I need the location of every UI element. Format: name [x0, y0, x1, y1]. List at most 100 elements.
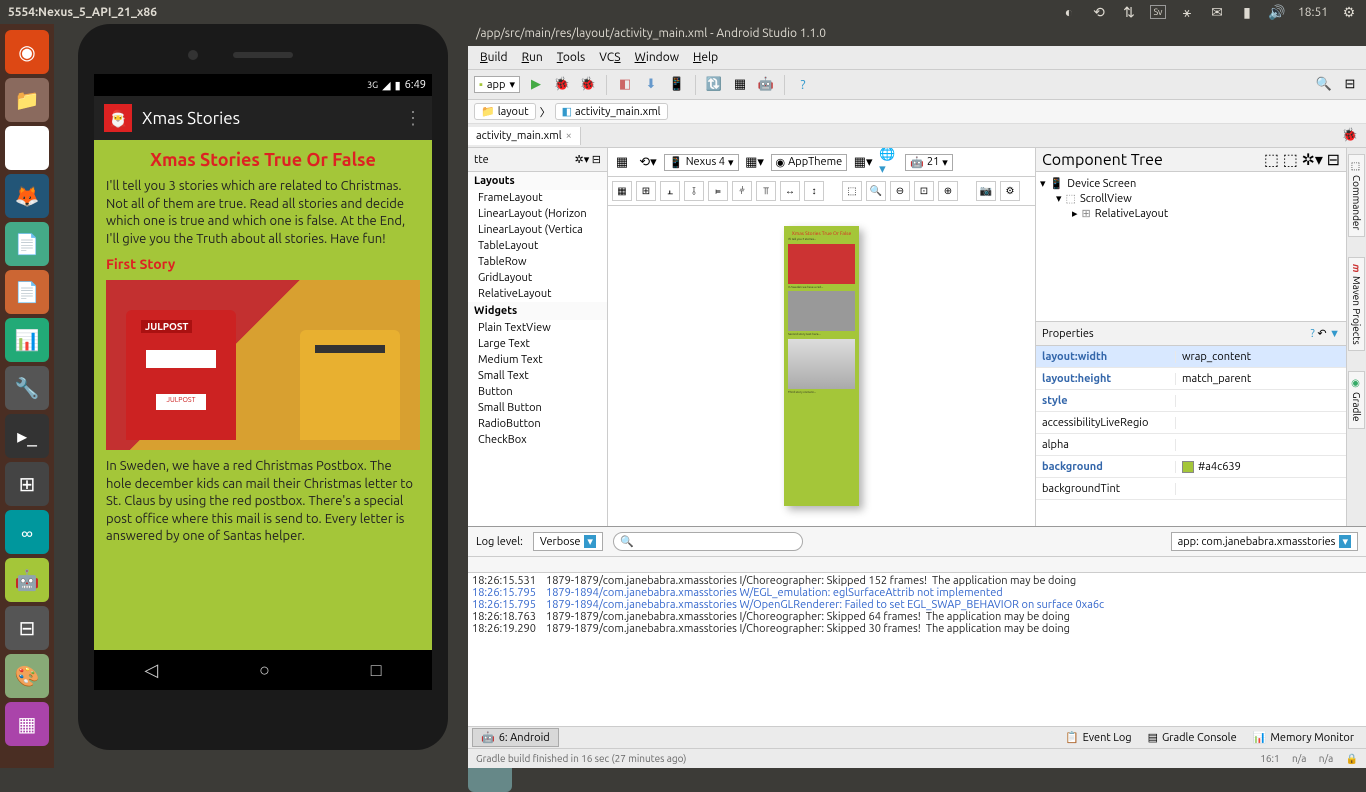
volume-icon[interactable]: 🔊 — [1268, 3, 1286, 21]
palette-icon[interactable]: ▦ — [612, 152, 632, 172]
run-button[interactable]: ▶ — [526, 75, 546, 95]
tab-gear-icon[interactable]: 🐞 — [1340, 126, 1360, 146]
palette-item[interactable]: Medium Text — [468, 352, 607, 368]
palette-item[interactable]: Large Text — [468, 336, 607, 352]
zoom-reset-btn[interactable]: ⊡ — [914, 181, 934, 201]
palette-list[interactable]: Layouts FrameLayoutLinearLayout (Horizon… — [468, 172, 607, 526]
run-config-dropdown[interactable]: ▪ app ▾ — [474, 76, 520, 93]
ddms-icon[interactable]: 📱 — [667, 75, 687, 95]
device-dropdown[interactable]: 📱Nexus 4▾ — [664, 154, 739, 171]
launcher-terminal[interactable]: ▸_ — [5, 414, 49, 458]
orientation-icon[interactable]: ▦▾ — [745, 152, 765, 172]
menu-help[interactable]: Help — [687, 49, 724, 66]
activity-icon[interactable]: ▦▾ — [853, 152, 873, 172]
palette-item[interactable]: TableLayout — [468, 238, 607, 254]
launcher-arduino[interactable]: ∞ — [5, 510, 49, 554]
fill-v-btn[interactable]: ↕ — [804, 181, 824, 201]
logcat-search-input[interactable]: 🔍 — [613, 532, 803, 551]
menu-vcs[interactable]: VCS — [593, 49, 626, 66]
bluetooth-icon[interactable]: ⚹ — [1178, 3, 1196, 21]
property-value[interactable]: match_parent — [1176, 373, 1346, 385]
palette-item[interactable]: Button — [468, 384, 607, 400]
palette-item[interactable]: CheckBox — [468, 432, 607, 448]
clock[interactable]: 18:51 — [1298, 6, 1328, 19]
app-filter-dropdown[interactable]: app: com.janebabra.xmasstories ▾ — [1171, 532, 1358, 551]
network-icon[interactable]: ⇅ — [1120, 3, 1138, 21]
side-tab-commander[interactable]: ⬚Commander — [1348, 154, 1365, 237]
zoom-in-btn[interactable]: ⊕ — [938, 181, 958, 201]
view-icon[interactable]: ⊟ — [1340, 75, 1360, 95]
launcher-impress[interactable]: 📄 — [5, 270, 49, 314]
palette-item[interactable]: RelativeLayout — [468, 286, 607, 302]
align-left-btn[interactable]: ⫠ — [660, 181, 680, 201]
property-value[interactable]: wrap_content — [1176, 351, 1346, 363]
menu-window[interactable]: Window — [629, 49, 685, 66]
launcher-chrome[interactable]: ◐ — [5, 126, 49, 170]
gear-icon[interactable]: ✲▾ — [1301, 151, 1322, 169]
collapse-icon[interactable]: ⊟ — [592, 154, 601, 166]
app-content[interactable]: Xmas Stories True Or False I'll tell you… — [94, 140, 432, 650]
launcher-workspace[interactable]: ⊞ — [5, 462, 49, 506]
property-row[interactable]: backgroundTint — [1036, 478, 1346, 500]
launcher-calc[interactable]: 📊 — [5, 318, 49, 362]
property-row[interactable]: accessibilityLiveRegio — [1036, 412, 1346, 434]
refresh-icon[interactable]: ⟲▾ — [638, 152, 658, 172]
palette-item[interactable]: Small Button — [468, 400, 607, 416]
chrome-tray-icon[interactable]: ◐ — [1060, 3, 1078, 21]
log-level-dropdown[interactable]: Verbose ▾ — [533, 532, 603, 551]
side-tab-gradle[interactable]: ◉Gradle — [1348, 371, 1365, 429]
palette-item[interactable]: GridLayout — [468, 270, 607, 286]
theme-dropdown[interactable]: ◉AppTheme — [771, 154, 848, 171]
sdk-manager-icon[interactable]: ⬇ — [641, 75, 661, 95]
palette-item[interactable]: LinearLayout (Horizon — [468, 206, 607, 222]
gear-icon[interactable]: ✲▾ — [575, 154, 590, 166]
close-tab-icon[interactable]: × — [566, 130, 572, 142]
search-everywhere-icon[interactable]: 🔍 — [1314, 75, 1334, 95]
property-row[interactable]: layout:heightmatch_parent — [1036, 368, 1346, 390]
tree-device-screen[interactable]: ▾📱Device Screen — [1040, 176, 1342, 191]
property-value[interactable]: #a4c639 — [1176, 461, 1346, 473]
nav-recent-icon[interactable]: □ — [371, 660, 382, 681]
capture-btn[interactable]: 📷 — [976, 181, 996, 201]
zoom-fit-btn[interactable]: 🔍 — [866, 181, 886, 201]
attach-debugger-button[interactable]: 🐞 — [578, 75, 598, 95]
menu-run[interactable]: Run — [516, 49, 549, 66]
collapse-all-icon[interactable]: ⬚ — [1283, 151, 1298, 169]
distribute-v-btn[interactable]: ⫪ — [756, 181, 776, 201]
launcher-files[interactable]: 📁 — [5, 78, 49, 122]
lock-icon[interactable]: 🔒 — [1346, 753, 1358, 764]
launcher-firefox[interactable]: 🦊 — [5, 174, 49, 218]
sync-gradle-icon[interactable]: 🔃 — [704, 75, 724, 95]
component-tree[interactable]: ▾📱Device Screen ▾⬚ScrollView ▸⊞RelativeL… — [1036, 172, 1346, 322]
launcher-calculator[interactable]: ⊟ — [5, 606, 49, 650]
side-tab-maven[interactable]: mMaven Projects — [1348, 257, 1365, 351]
battery-icon[interactable]: ▮ — [1238, 3, 1256, 21]
align-center-btn[interactable]: ⫱ — [684, 181, 704, 201]
launcher-settings[interactable]: 🔧 — [5, 366, 49, 410]
launcher-writer[interactable]: 📄 — [5, 222, 49, 266]
select-btn[interactable]: ⬚ — [842, 181, 862, 201]
android-device-icon[interactable]: 🤖 — [756, 75, 776, 95]
palette-item[interactable]: RadioButton — [468, 416, 607, 432]
bottom-tab-android[interactable]: 🤖6: Android — [472, 728, 559, 747]
properties-table[interactable]: layout:widthwrap_contentlayout:heightmat… — [1036, 346, 1346, 526]
launcher-android-green[interactable]: 🤖 — [5, 558, 49, 602]
logcat-output[interactable]: 18:26:15.531 1879-1879/com.janebabra.xma… — [468, 573, 1366, 726]
locale-icon[interactable]: 🌐▾ — [879, 152, 899, 172]
expand-all-icon[interactable]: ⬚ — [1264, 151, 1279, 169]
breadcrumb-layout[interactable]: 📁layout — [474, 103, 536, 120]
keyboard-icon[interactable]: Sv — [1150, 5, 1166, 19]
align-right-btn[interactable]: ⫢ — [708, 181, 728, 201]
help-icon[interactable]: ? — [793, 75, 813, 95]
fill-h-btn[interactable]: ↔ — [780, 181, 800, 201]
tree-relativelayout[interactable]: ▸⊞RelativeLayout — [1040, 206, 1342, 221]
layout-preview[interactable]: Xmas Stories True Or False I'll tell you… — [784, 226, 859, 506]
overflow-menu-icon[interactable]: ⋮ — [404, 108, 422, 129]
palette-item[interactable]: TableRow — [468, 254, 607, 270]
property-row[interactable]: alpha — [1036, 434, 1346, 456]
mail-icon[interactable]: ✉ — [1208, 3, 1226, 21]
gear-icon[interactable]: ⚙ — [1340, 3, 1358, 21]
sync-icon[interactable]: ⟲ — [1090, 3, 1108, 21]
property-row[interactable]: background#a4c639 — [1036, 456, 1346, 478]
palette-item[interactable]: LinearLayout (Vertica — [468, 222, 607, 238]
